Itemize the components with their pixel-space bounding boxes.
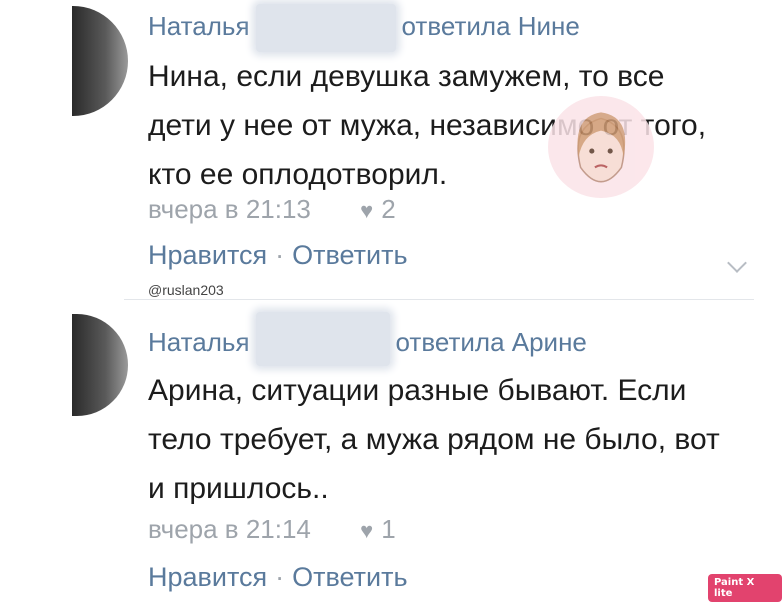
timestamp[interactable]: вчера в 21:14 (148, 514, 311, 544)
author-name[interactable]: Наталья (148, 9, 250, 43)
comment-actions: Нравится · Ответить (148, 240, 408, 271)
blurred-surname (255, 4, 396, 52)
comment-1: Наталья ответила Нине Нина, если девушка … (0, 0, 782, 300)
likes-count: 1 (381, 514, 396, 544)
reply-button[interactable]: Ответить (292, 562, 407, 592)
reply-to-label[interactable]: ответила Арине (396, 325, 587, 359)
avatar[interactable] (72, 314, 128, 416)
likes-count-group[interactable]: ♥ 2 (360, 194, 396, 224)
likes-count-group[interactable]: ♥ 1 (360, 514, 396, 544)
comment-2: Наталья ответила Арине Арина, ситуации ра… (0, 300, 782, 600)
face-sticker-icon (548, 96, 654, 198)
chevron-down-icon[interactable] (727, 253, 747, 273)
author-name[interactable]: Наталья (148, 325, 250, 359)
avatar[interactable] (72, 6, 128, 116)
comment-meta: вчера в 21:13 ♥ 2 (148, 194, 396, 225)
heart-icon: ♥ (360, 518, 374, 543)
watermark-text: @ruslan203 (148, 282, 224, 298)
comment-actions: Нравится · Ответить (148, 562, 408, 593)
like-button[interactable]: Нравится (148, 240, 267, 270)
separator-dot: · (275, 562, 285, 592)
comment-header: Наталья ответила Арине (148, 312, 587, 366)
comment-meta: вчера в 21:14 ♥ 1 (148, 514, 396, 545)
reply-button[interactable]: Ответить (292, 240, 407, 270)
reply-to-label[interactable]: ответила Нине (402, 9, 580, 43)
timestamp[interactable]: вчера в 21:13 (148, 194, 311, 224)
heart-icon: ♥ (360, 198, 374, 223)
like-button[interactable]: Нравится (148, 562, 267, 592)
comment-text: Арина, ситуации разные бывают. Если тело… (148, 374, 720, 505)
comment-header: Наталья ответила Нине (148, 4, 580, 52)
paint-x-lite-badge: Paint X lite (708, 574, 782, 602)
blurred-surname (255, 312, 390, 366)
separator-dot: · (275, 240, 285, 270)
likes-count: 2 (381, 194, 396, 224)
